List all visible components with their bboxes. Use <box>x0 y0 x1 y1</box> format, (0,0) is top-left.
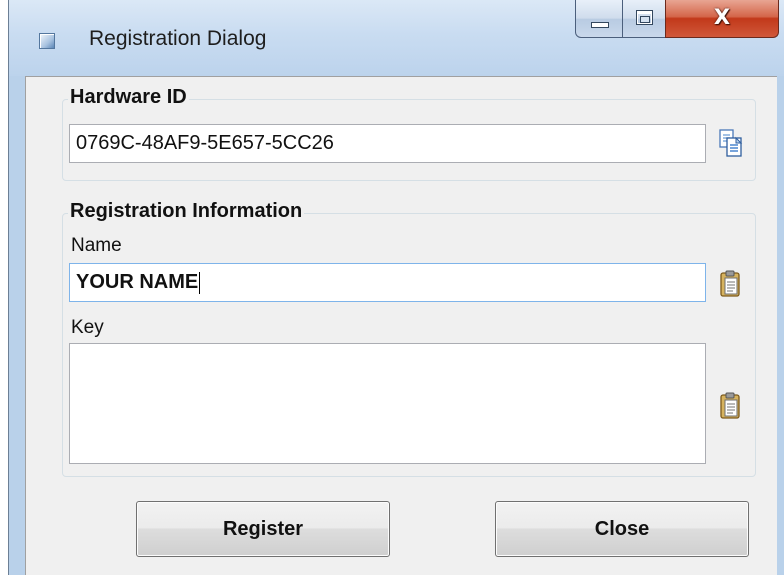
name-input-value: YOUR NAME <box>76 271 199 293</box>
name-input-value-wrap: YOUR NAME <box>76 271 201 294</box>
hardware-id-field[interactable]: 0769C-48AF9-5E657-5CC26 <box>69 124 706 163</box>
copy-hardware-id-button[interactable] <box>719 129 743 157</box>
register-button[interactable]: Register <box>136 501 390 557</box>
maximize-button[interactable] <box>622 0 666 38</box>
minimize-button[interactable] <box>575 0 623 38</box>
paste-icon <box>720 392 740 419</box>
text-caret <box>199 271 201 294</box>
minimize-icon <box>591 22 609 28</box>
caption-buttons: X <box>575 0 781 40</box>
copy-icon <box>719 129 743 157</box>
key-input[interactable] <box>69 343 706 464</box>
close-button[interactable]: Close <box>495 501 749 557</box>
name-label: Name <box>71 235 122 256</box>
app-icon <box>39 33 55 49</box>
maximize-icon <box>636 10 653 25</box>
hardware-id-value: 0769C-48AF9-5E657-5CC26 <box>76 132 334 154</box>
hardware-id-group-title: Hardware ID <box>68 86 189 109</box>
window-title: Registration Dialog <box>89 27 267 50</box>
name-input[interactable]: YOUR NAME <box>69 263 706 302</box>
key-label: Key <box>71 317 104 338</box>
paste-name-button[interactable] <box>719 270 743 298</box>
paste-icon <box>720 270 740 297</box>
close-icon: X <box>713 5 731 29</box>
title-bar[interactable]: Registration Dialog X <box>9 0 784 76</box>
dialog-client-area: Hardware ID 0769C-48AF9-5E657-5CC26 Regi… <box>25 76 777 575</box>
paste-key-button[interactable] <box>719 392 743 420</box>
registration-dialog-window: Registration Dialog X Hardware ID 0769C-… <box>8 0 784 575</box>
close-window-button[interactable]: X <box>665 0 779 38</box>
registration-info-group-title: Registration Information <box>68 200 305 223</box>
